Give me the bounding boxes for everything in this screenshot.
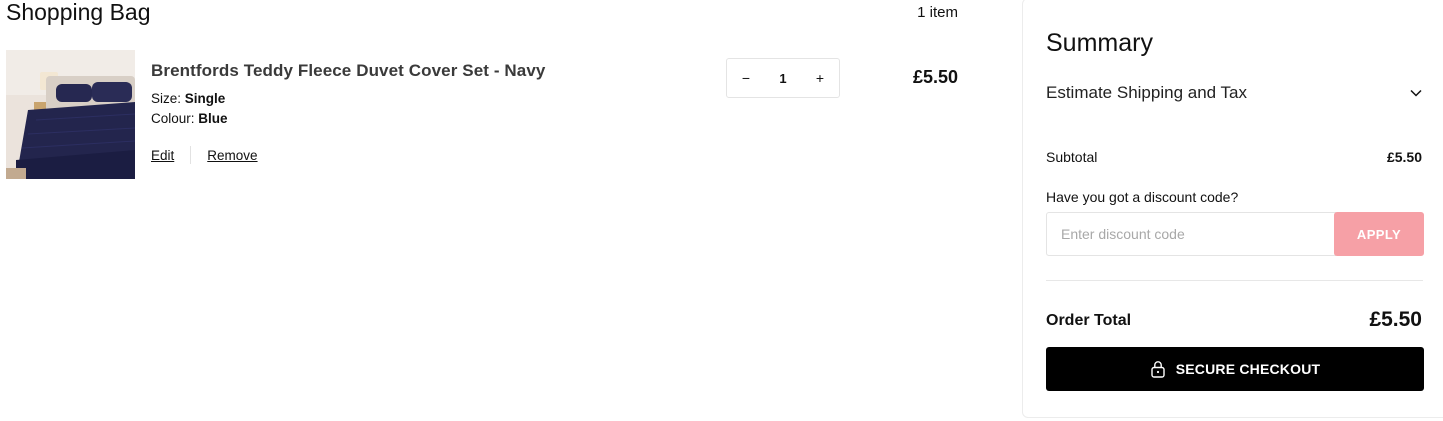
subtotal-value: £5.50 <box>1386 149 1422 165</box>
item-actions: Edit Remove <box>151 146 258 164</box>
line-item-price: £5.50 <box>912 67 958 87</box>
product-name[interactable]: Brentfords Teddy Fleece Duvet Cover Set … <box>151 61 545 81</box>
bag-title: Shopping Bag <box>6 0 151 25</box>
product-colour: Colour: Blue <box>151 111 228 126</box>
secure-checkout-button[interactable]: SECURE CHECKOUT <box>1046 347 1424 391</box>
product-image[interactable] <box>6 50 135 179</box>
shopping-bag-page: Shopping Bag 1 item Brentfords Teddy Fle… <box>0 0 1443 421</box>
product-size: Size: Single <box>151 91 225 106</box>
duvet-product-photo <box>6 50 135 179</box>
lock-icon <box>1150 360 1166 378</box>
size-label: Size: <box>151 91 182 106</box>
chevron-down-icon[interactable] <box>1409 86 1423 100</box>
discount-code-input[interactable] <box>1046 212 1336 256</box>
order-total-label: Order Total <box>1046 312 1132 329</box>
secure-checkout-label: SECURE CHECKOUT <box>1175 361 1321 377</box>
action-divider <box>190 146 192 164</box>
subtotal-label: Subtotal <box>1046 149 1098 165</box>
order-summary-panel: Summary Estimate Shipping and Tax Subtot… <box>1022 0 1443 418</box>
quantity-value[interactable]: 1 <box>779 71 786 86</box>
summary-divider <box>1046 280 1423 281</box>
size-value: Single <box>184 91 226 106</box>
quantity-stepper: − 1 + <box>726 58 840 98</box>
apply-discount-button[interactable]: APPLY <box>1334 212 1424 256</box>
estimate-shipping-label: Estimate Shipping and Tax <box>1046 83 1247 102</box>
summary-title: Summary <box>1046 29 1153 57</box>
quantity-decrease-button[interactable]: − <box>739 70 753 86</box>
discount-question: Have you got a discount code? <box>1046 189 1239 205</box>
edit-link[interactable]: Edit <box>151 148 174 163</box>
colour-value: Blue <box>198 111 228 126</box>
colour-label: Colour: <box>151 111 195 126</box>
quantity-increase-button[interactable]: + <box>813 70 827 86</box>
remove-link[interactable]: Remove <box>207 148 257 163</box>
order-total-value: £5.50 <box>1369 308 1422 331</box>
bag-item-count: 1 item <box>917 4 958 21</box>
estimate-shipping-toggle[interactable]: Estimate Shipping and Tax <box>1046 83 1423 103</box>
